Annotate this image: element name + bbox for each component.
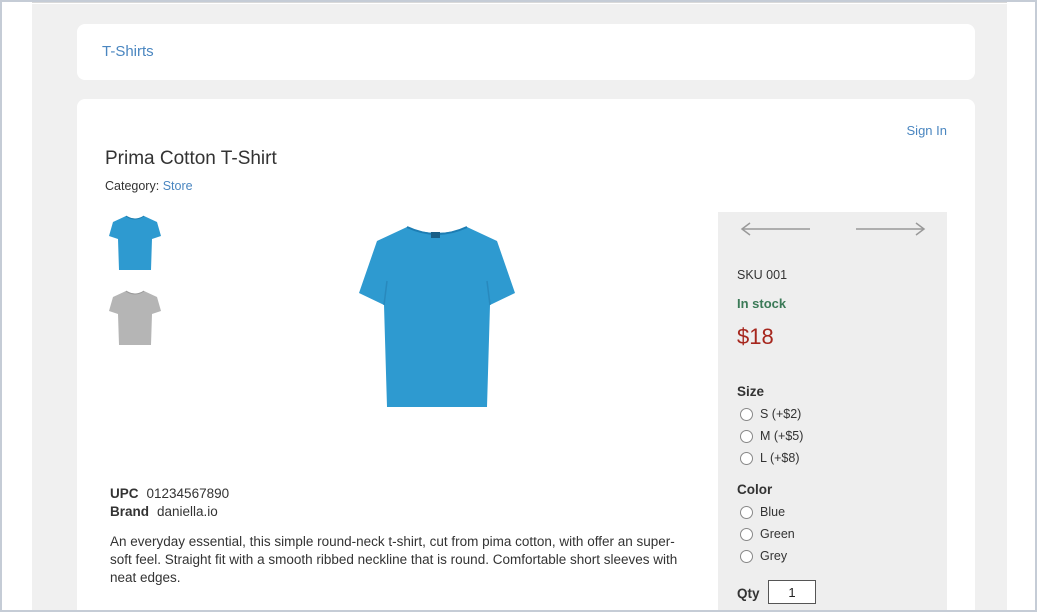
- price: $18: [737, 324, 774, 349]
- previous-arrow-icon[interactable]: [740, 222, 812, 236]
- thumbnail-grey-tshirt[interactable]: [109, 289, 161, 347]
- tshirt-body: [359, 227, 515, 407]
- sku-text: SKU 001: [737, 268, 788, 282]
- product-title: Prima Cotton T-Shirt: [105, 148, 277, 169]
- size-option-label: S (+$2): [760, 407, 802, 421]
- radio-icon[interactable]: [740, 505, 753, 519]
- color-option-label: Green: [760, 527, 795, 541]
- stock-status: In stock: [737, 296, 787, 311]
- color-option-blue[interactable]: Blue: [740, 505, 785, 519]
- browser-frame: T-Shirts Sign In Prima Cotton T-Shirt Ca…: [0, 0, 1037, 612]
- upc-label: UPC: [110, 486, 139, 501]
- size-option-label: M (+$5): [760, 429, 804, 443]
- size-option-s[interactable]: S (+$2): [740, 407, 801, 421]
- size-option-label: L (+$8): [760, 451, 800, 465]
- brand-row: Brand daniella.io: [110, 504, 218, 519]
- size-title: Size: [737, 384, 765, 399]
- radio-icon[interactable]: [740, 429, 753, 443]
- product-category: Category: Store: [105, 179, 193, 193]
- upc-row: UPC 01234567890: [110, 486, 229, 501]
- qty-label: Qty: [737, 586, 760, 601]
- product-card: Sign In Prima Cotton T-Shirt Category: S…: [77, 99, 975, 610]
- purchase-panel: SKU 001 In stock $18 Size S (+$2) M (+$5…: [718, 212, 947, 610]
- size-option-l[interactable]: L (+$8): [740, 451, 800, 465]
- color-option-grey[interactable]: Grey: [740, 549, 787, 563]
- brand-value: daniella.io: [157, 504, 218, 519]
- thumbnail-blue-shape: [109, 216, 161, 270]
- thumbnail-grey-shape: [109, 291, 161, 345]
- top-divider: [32, 2, 1007, 3]
- color-option-label: Grey: [760, 549, 788, 563]
- upc-value: 01234567890: [146, 486, 230, 501]
- category-link[interactable]: Store: [163, 179, 193, 193]
- color-option-green[interactable]: Green: [740, 527, 795, 541]
- sign-in-link[interactable]: Sign In: [907, 123, 947, 138]
- product-main-image: [359, 226, 515, 407]
- qty-input[interactable]: [768, 580, 816, 604]
- tshirt-label: [431, 232, 440, 238]
- color-title: Color: [737, 482, 773, 497]
- breadcrumb-link-tshirts[interactable]: T-Shirts: [102, 43, 154, 60]
- breadcrumb-card: T-Shirts: [77, 24, 975, 80]
- product-description: An everyday essential, this simple round…: [110, 534, 678, 585]
- thumbnail-blue-tshirt[interactable]: [109, 214, 161, 272]
- radio-icon[interactable]: [740, 549, 753, 563]
- category-label: Category:: [105, 179, 160, 193]
- color-option-label: Blue: [760, 505, 786, 519]
- size-option-m[interactable]: M (+$5): [740, 429, 803, 443]
- radio-icon[interactable]: [740, 407, 753, 421]
- radio-icon[interactable]: [740, 527, 753, 541]
- brand-label: Brand: [110, 504, 150, 519]
- radio-icon[interactable]: [740, 451, 753, 465]
- next-arrow-icon[interactable]: [854, 222, 926, 236]
